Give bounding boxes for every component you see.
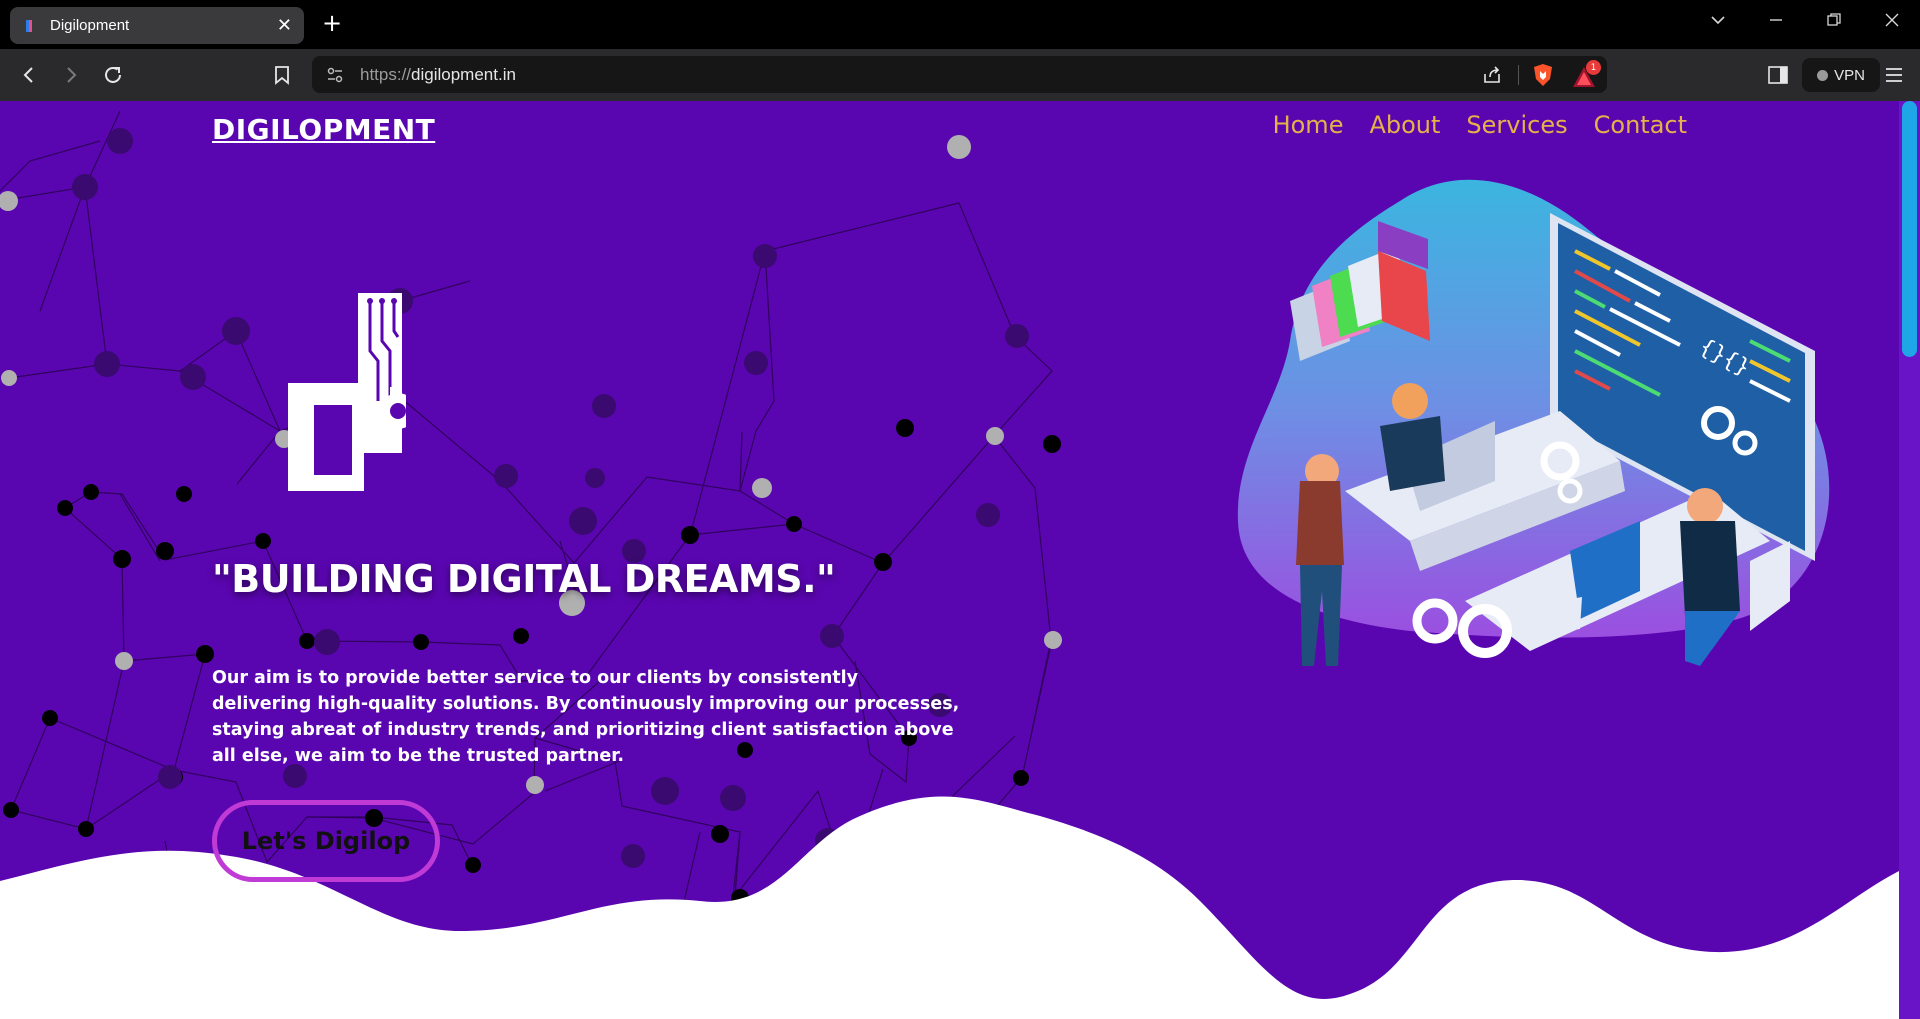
bookmark-button[interactable] [268,61,296,89]
menu-icon [1886,68,1902,82]
close-window-icon[interactable] [1884,12,1900,28]
scrollbar-thumb[interactable] [1902,101,1917,357]
minimize-icon[interactable] [1768,12,1784,28]
site-favicon-icon [26,19,32,32]
hero-headline: "BUILDING DIGITAL DREAMS." [212,557,836,601]
forward-button[interactable] [57,61,85,89]
sidebar-toggle-button[interactable] [1764,61,1792,89]
vpn-label: VPN [1834,66,1865,84]
brave-shield-icon[interactable] [1532,63,1554,87]
tab-title: Digilopment [50,17,130,34]
notification-badge: 1 [1586,60,1601,75]
main-menu-button[interactable] [1880,61,1908,89]
forward-icon [67,67,77,83]
restore-icon[interactable] [1826,12,1842,28]
new-tab-button[interactable]: + [322,11,342,35]
digilopment-logo-mark-icon [288,293,406,491]
lets-digilop-button[interactable]: Let's Digilop [212,800,440,882]
tab-close-button[interactable]: ✕ [277,16,292,35]
browser-tab-strip: Digilopment ✕ + [0,0,1920,49]
url-host: digilopment.in [411,65,516,84]
address-bar[interactable]: https://digilopment.in 1 [312,56,1607,93]
browser-toolbar: https://digilopment.in 1 VPN [0,49,1920,101]
site-brand-logo[interactable]: DIGILOPMENT [212,113,435,146]
url-protocol: https:// [360,65,412,84]
share-icon[interactable] [1482,65,1502,85]
nav-services-link[interactable]: Services [1466,111,1567,139]
url-text[interactable]: https://digilopment.in [360,65,516,85]
reload-icon [105,66,121,83]
vpn-button[interactable]: VPN [1802,58,1880,92]
main-navigation: Home About Services Contact [1273,111,1687,139]
page-viewport: DIGILOPMENT Home About Services Contact … [0,101,1899,1019]
nav-contact-link[interactable]: Contact [1594,111,1687,139]
back-icon [23,67,33,83]
bookmark-icon [275,66,289,85]
back-button[interactable] [15,61,43,89]
tab-search-icon[interactable] [1710,12,1726,28]
vpn-status-icon [1817,69,1829,81]
hero-description: Our aim is to provide better service to … [212,668,960,766]
nav-home-link[interactable]: Home [1273,111,1344,139]
developers-team-illustration: {}{} [1237,179,1830,666]
sidebar-icon [1768,66,1788,84]
brave-rewards-button[interactable]: 1 [1572,60,1602,88]
reload-button[interactable] [99,61,127,89]
address-divider [1518,65,1519,85]
page-scrollbar[interactable] [1899,101,1920,1019]
browser-tab[interactable]: Digilopment ✕ [10,7,304,44]
nav-about-link[interactable]: About [1369,111,1440,139]
site-info-icon[interactable] [326,66,344,84]
